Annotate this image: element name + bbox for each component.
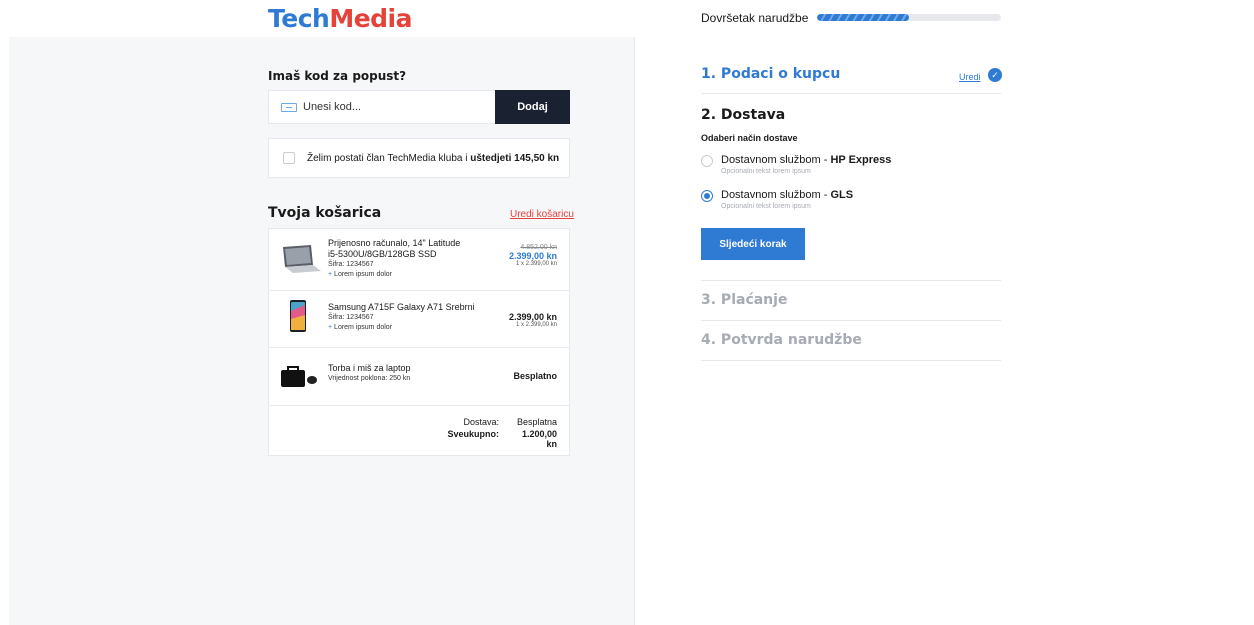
item-sku: Šifra: 1234567 bbox=[328, 314, 374, 321]
total-row: Sveukupno: 1.200,00 kn bbox=[429, 429, 557, 449]
logo-part-tech: Tech bbox=[268, 4, 330, 33]
step-customer-data: 1. Podaci o kupcu bbox=[701, 66, 1001, 94]
item-price: 2.399,00 kn bbox=[508, 312, 557, 322]
item-extra: + Lorem ipsum dolor bbox=[328, 271, 393, 278]
option-label-prefix: Dostavnom službom - bbox=[721, 189, 831, 201]
ticket-icon bbox=[281, 102, 297, 112]
club-membership-option[interactable]: Želim postati član TechMedia kluba i ušt… bbox=[268, 138, 570, 178]
cart-item: Prijenosno računalo, 14" Latitude i5-530… bbox=[269, 229, 569, 291]
item-info: Samsung A715F Galaxy A71 Srebrni Šifra: … bbox=[328, 302, 478, 333]
discount-price: 2.399,00 kn bbox=[508, 251, 557, 261]
option-text: Dostavnom službom - HP Express Opcionaln… bbox=[721, 154, 891, 175]
option-label-carrier: HP Express bbox=[830, 154, 892, 166]
option-sub: Opcionalni tekst lorem ipsum bbox=[721, 203, 811, 210]
option-sub: Opcionalni tekst lorem ipsum bbox=[721, 168, 811, 175]
cart-list: Prijenosno računalo, 14" Latitude i5-530… bbox=[268, 228, 570, 456]
item-extra: + Lorem ipsum dolor bbox=[328, 324, 393, 331]
option-label-carrier: GLS bbox=[830, 189, 854, 201]
check-icon: ✓ bbox=[988, 68, 1002, 82]
item-prices: Besplatno bbox=[513, 371, 557, 381]
delivery-option-gls[interactable]: Dostavnom službom - GLS Opcionalni tekst… bbox=[701, 189, 853, 210]
edit-cart-link[interactable]: Uredi košaricu bbox=[510, 209, 574, 220]
club-text-savings: uštedjeti 145,50 kn bbox=[470, 152, 560, 164]
item-name: Torba i miš za laptop bbox=[328, 363, 411, 373]
coupon-input[interactable]: Unesi kod... bbox=[268, 90, 495, 124]
step-confirmation: 4. Potvrda narudžbe bbox=[701, 332, 1001, 361]
cart-item: Samsung A715F Galaxy A71 Srebrni Šifra: … bbox=[269, 291, 569, 348]
item-prices: 2.399,00 kn 1 x 2.399,00 kn bbox=[509, 312, 557, 328]
step-title: 1. Podaci o kupcu bbox=[701, 66, 841, 82]
quantity-price: 1 x 2.399,00 kn bbox=[515, 261, 557, 267]
club-text-prefix: Želim postati član TechMedia kluba i bbox=[307, 152, 471, 164]
item-sku: Šifra: 1234567 bbox=[328, 261, 374, 268]
item-gift-value: Vrijednost poklona: 250 kn bbox=[328, 375, 411, 382]
total-value: 1.200,00 kn bbox=[521, 429, 557, 449]
step-title: 2. Dostava bbox=[701, 107, 786, 123]
option-label: Dostavnom službom - HP Express bbox=[721, 154, 891, 166]
delivery-method-label: Odaberi način dostave bbox=[701, 133, 798, 143]
item-extra-label: Lorem ipsum dolor bbox=[334, 271, 393, 278]
option-label: Dostavnom službom - GLS bbox=[721, 189, 853, 201]
club-checkbox[interactable] bbox=[283, 152, 295, 164]
item-name: Prijenosno računalo, 14" Latitude i5-530… bbox=[328, 238, 461, 259]
free-label: Besplatno bbox=[513, 371, 557, 381]
add-coupon-button[interactable]: Dodaj bbox=[495, 90, 570, 124]
progress-fill bbox=[817, 14, 909, 21]
item-extra-label: Lorem ipsum dolor bbox=[334, 324, 393, 331]
cart-item: Torba i miš za laptop Vrijednost poklona… bbox=[269, 348, 569, 406]
logo-part-media: Media bbox=[329, 4, 412, 33]
coupon-title: Imaš kod za popust? bbox=[268, 69, 407, 83]
radio-button-checked[interactable] bbox=[701, 190, 713, 202]
option-label-prefix: Dostavnom službom - bbox=[721, 154, 831, 166]
page-header: TechMedia Dovršetak narudžbe bbox=[0, 0, 1254, 37]
shipping-row: Dostava: Besplatna bbox=[429, 417, 557, 427]
step-payment: 3. Plaćanje bbox=[701, 292, 1001, 321]
bag-thumbnail bbox=[279, 364, 319, 393]
item-info: Torba i miš za laptop Vrijednost poklona… bbox=[328, 363, 478, 384]
step-title: 3. Plaćanje bbox=[701, 292, 788, 308]
item-name: Samsung A715F Galaxy A71 Srebrni bbox=[328, 302, 475, 312]
item-prices: 4.852,00 kn 2.399,00 kn 1 x 2.399,00 kn bbox=[509, 244, 557, 267]
phone-thumbnail bbox=[289, 299, 307, 338]
progress-label: Dovršetak narudžbe bbox=[701, 11, 809, 25]
coupon-form: Unesi kod... Dodaj bbox=[268, 90, 570, 124]
club-text: Želim postati član TechMedia kluba i ušt… bbox=[307, 153, 559, 164]
quantity-price: 1 x 2.399,00 kn bbox=[515, 322, 557, 328]
shipping-label: Dostava: bbox=[463, 417, 499, 427]
cart-title: Tvoja košarica bbox=[268, 205, 382, 221]
laptop-thumbnail bbox=[279, 243, 321, 280]
edit-customer-link[interactable]: Uredi bbox=[959, 72, 981, 82]
radio-button[interactable] bbox=[701, 155, 713, 167]
logo[interactable]: TechMedia bbox=[268, 4, 412, 33]
total-label: Sveukupno: bbox=[447, 429, 499, 439]
delivery-option-hp-express[interactable]: Dostavnom službom - HP Express Opcionaln… bbox=[701, 154, 891, 175]
option-text: Dostavnom službom - GLS Opcionalni tekst… bbox=[721, 189, 853, 210]
coupon-placeholder: Unesi kod... bbox=[303, 101, 362, 113]
shipping-value: Besplatna bbox=[516, 417, 557, 427]
next-step-button[interactable]: Sljedeći korak bbox=[701, 228, 805, 260]
step-title: 4. Potvrda narudžbe bbox=[701, 332, 862, 348]
progress-bar bbox=[817, 14, 1001, 21]
item-info: Prijenosno računalo, 14" Latitude i5-530… bbox=[328, 238, 468, 280]
old-price: 4.852,00 kn bbox=[520, 244, 557, 251]
